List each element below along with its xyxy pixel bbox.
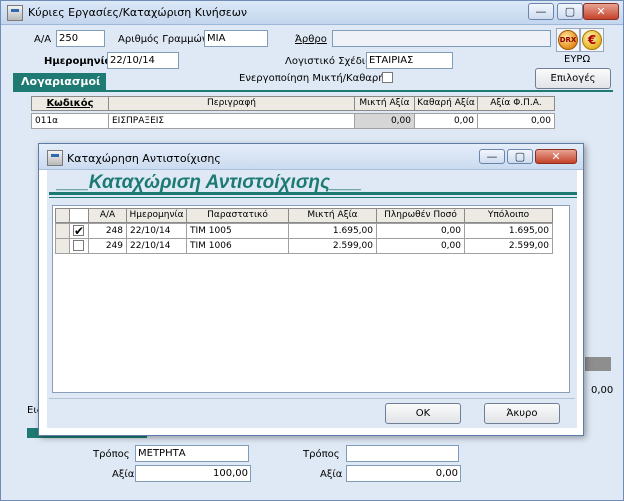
- table-row-date[interactable]: 22/10/14: [126, 223, 187, 239]
- dialog-heading-rule: [49, 192, 577, 195]
- row-selector[interactable]: [55, 223, 70, 239]
- table-row-document[interactable]: ΤΙΜ 1005: [186, 223, 289, 239]
- drx-icon: DRX: [558, 30, 578, 50]
- table-row-gross[interactable]: 2.599,00: [288, 238, 377, 254]
- date-field[interactable]: 22/10/14: [107, 52, 179, 69]
- article-field[interactable]: [332, 30, 551, 47]
- cancel-button[interactable]: Άκυρο: [484, 403, 560, 424]
- main-window-title: Κύριες Εργασίες/Καταχώριση Κινήσεων: [28, 6, 248, 19]
- euro-icon: €: [582, 30, 602, 50]
- dialog-body: ___Καταχώριση Αντιστοίχισης___ Α/Α Ημερο…: [47, 170, 577, 428]
- table-row-paid[interactable]: 0,00: [376, 223, 465, 239]
- row-checkbox-unchecked[interactable]: [73, 240, 84, 251]
- plan-label: Λογιστικό Σχέδιο: [285, 56, 372, 67]
- table-row-check-cell[interactable]: ✔: [69, 223, 89, 239]
- value-label-2: Αξία: [320, 469, 343, 480]
- table-row-document[interactable]: ΤΙΜ 1006: [186, 238, 289, 254]
- row-checkbox-checked[interactable]: ✔: [73, 225, 84, 237]
- table-row-cell-description[interactable]: ΕΙΣΠΡΑΞΕΙΣ: [108, 113, 355, 129]
- table-row-check-cell[interactable]: [69, 238, 89, 254]
- ok-button[interactable]: ΟΚ: [385, 403, 461, 424]
- table-row-cell-gross[interactable]: 0,00: [354, 113, 415, 129]
- aa-field[interactable]: 250: [56, 30, 105, 47]
- table-row-balance[interactable]: 1.695,00: [464, 223, 553, 239]
- col-date-header[interactable]: Ημερομηνία: [126, 208, 187, 223]
- col-vat-header[interactable]: Αξία Φ.Π.Α.: [477, 96, 555, 111]
- dialog-app-icon: [47, 150, 63, 166]
- col-rowselect-header: [55, 208, 70, 223]
- table-row-cell-net[interactable]: 0,00: [414, 113, 478, 129]
- side-gray-strip: [585, 357, 611, 371]
- date-label: Ημερομηνία: [44, 56, 112, 67]
- method-field-2[interactable]: [346, 445, 459, 462]
- table-row-aa[interactable]: 249: [88, 238, 127, 254]
- col-description-header[interactable]: Περιγραφή: [108, 96, 355, 111]
- table-row-cell-code[interactable]: 011α: [31, 113, 109, 129]
- col-check-header[interactable]: [69, 208, 89, 223]
- minimize-button[interactable]: —: [528, 3, 554, 20]
- dialog-minimize-button[interactable]: —: [479, 149, 505, 164]
- currency-label: ΕΥΡΩ: [564, 54, 591, 65]
- dialog-close-button[interactable]: ✕: [535, 149, 577, 164]
- col-gross-value-header[interactable]: Μικτή Αξία: [288, 208, 377, 223]
- app-icon: [7, 5, 23, 21]
- col-code-header[interactable]: Κωδικός: [31, 96, 109, 111]
- table-row-gross[interactable]: 1.695,00: [288, 223, 377, 239]
- close-button[interactable]: ✕: [583, 3, 619, 20]
- col-gross-header[interactable]: Μικτή Αξία: [354, 96, 415, 111]
- table-row-paid[interactable]: 0,00: [376, 238, 465, 254]
- side-value: 0,00: [591, 385, 614, 396]
- method-label-2: Τρόπος: [303, 449, 340, 460]
- col-paid-header[interactable]: Πληρωθέν Ποσό: [376, 208, 465, 223]
- main-titlebar[interactable]: Κύριες Εργασίες/Καταχώριση Κινήσεων — ▢ …: [1, 1, 623, 25]
- dialog-heading-rule-thin: [49, 197, 577, 198]
- accounts-tab[interactable]: Λογαριασμοί: [13, 73, 106, 91]
- table-row-balance[interactable]: 2.599,00: [464, 238, 553, 254]
- accounts-tab-underline: [13, 90, 613, 92]
- col-aa-header[interactable]: Α/Α: [88, 208, 127, 223]
- match-list[interactable]: Α/Α Ημερομηνία Παραστατικό Μικτή Αξία Πλ…: [52, 205, 570, 393]
- table-row-cell-vat[interactable]: 0,00: [477, 113, 555, 129]
- dialog-heading: ___Καταχώριση Αντιστοίχισης___: [57, 172, 362, 193]
- col-net-header[interactable]: Καθαρή Αξία: [414, 96, 478, 111]
- dialog-title: Καταχώρηση Αντιστοίχισης: [67, 152, 221, 165]
- method-field-1[interactable]: ΜΕΤΡΗΤΑ: [135, 445, 249, 462]
- value-label-1: Αξία: [112, 469, 135, 480]
- lines-field[interactable]: ΜΙΑ: [204, 30, 268, 47]
- dialog-titlebar[interactable]: Καταχώρηση Αντιστοίχισης — ▢ ✕: [39, 144, 583, 170]
- article-label: Άρθρο: [295, 34, 327, 45]
- table-row-aa[interactable]: 248: [88, 223, 127, 239]
- col-document-header[interactable]: Παραστατικό: [186, 208, 289, 223]
- lines-label: Αριθμός Γραμμών: [118, 34, 208, 45]
- gross-net-label: Ενεργοποίηση Μικτή/Καθαρή: [239, 73, 385, 84]
- gross-net-checkbox[interactable]: [382, 72, 393, 83]
- dialog-maximize-button[interactable]: ▢: [507, 149, 533, 164]
- options-button[interactable]: Επιλογές: [535, 68, 611, 89]
- aa-label: Α/Α: [34, 34, 52, 45]
- method-label-1: Τρόπος: [93, 449, 130, 460]
- dialog-button-separator: [49, 398, 575, 399]
- match-dialog: Καταχώρηση Αντιστοίχισης — ▢ ✕ ___Καταχώ…: [38, 143, 584, 436]
- maximize-button[interactable]: ▢: [557, 3, 583, 20]
- value-field-2[interactable]: 0,00: [346, 465, 461, 482]
- col-balance-header[interactable]: Υπόλοιπο: [464, 208, 553, 223]
- table-row-date[interactable]: 22/10/14: [126, 238, 187, 254]
- row-selector[interactable]: [55, 238, 70, 254]
- plan-field[interactable]: ΕΤΑΙΡΙΑΣ: [366, 52, 453, 69]
- value-field-1[interactable]: 100,00: [135, 465, 251, 482]
